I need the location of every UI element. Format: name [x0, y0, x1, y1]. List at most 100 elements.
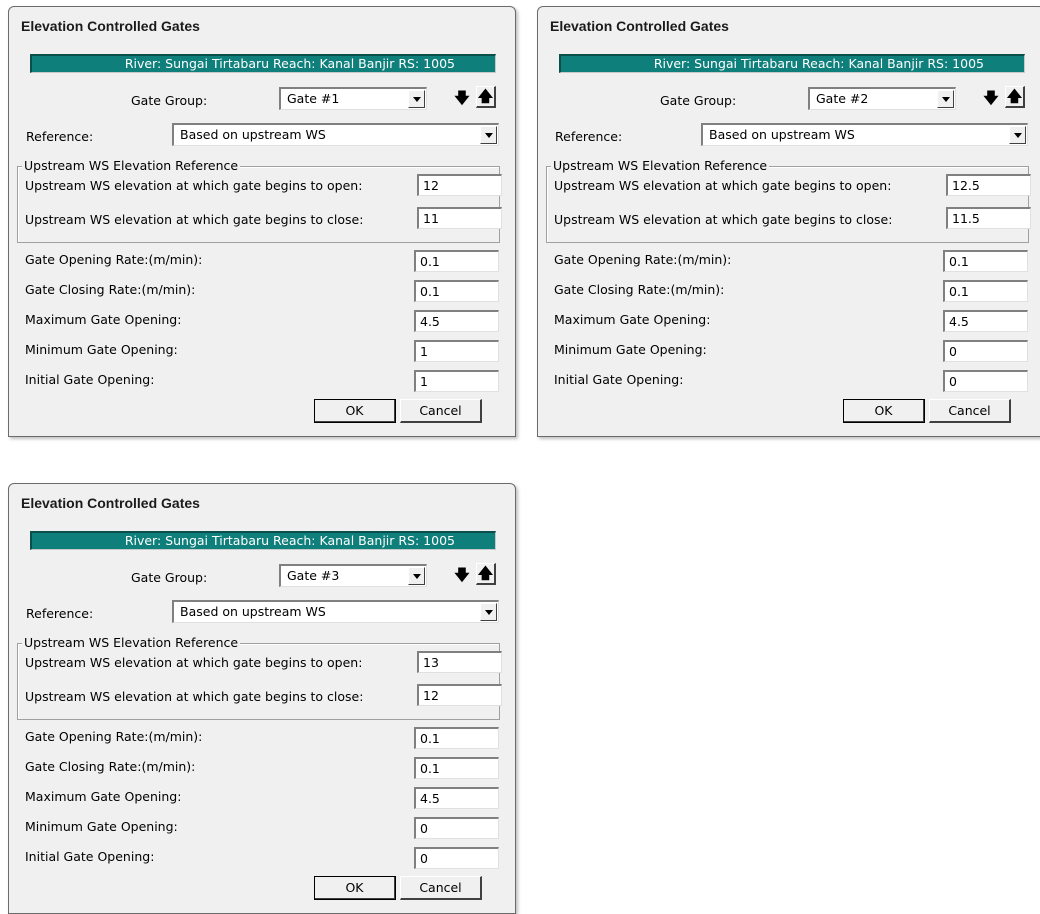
elevation-gates-dialog-3: Elevation Controlled Gates River: Sungai…	[8, 483, 516, 914]
reference-select[interactable]: Based on upstream WS	[172, 600, 499, 623]
initial-opening-input[interactable]: 1	[414, 370, 499, 392]
arrow-up-icon[interactable]: 🡅	[476, 563, 496, 585]
gate-group-select[interactable]: Gate #3	[279, 564, 427, 587]
closing-rate-label: Gate Closing Rate:(m/min):	[25, 282, 196, 297]
open-elevation-value: 12.5	[952, 178, 980, 193]
opening-rate-value: 0.1	[420, 731, 440, 746]
chevron-down-icon[interactable]	[480, 126, 497, 144]
opening-rate-input[interactable]: 0.1	[943, 250, 1028, 272]
gate-group-label: Gate Group:	[131, 93, 208, 108]
max-opening-label: Maximum Gate Opening:	[25, 789, 182, 804]
gate-group-select[interactable]: Gate #2	[808, 87, 956, 110]
closing-rate-input[interactable]: 0.1	[414, 280, 499, 302]
arrow-up-icon[interactable]: 🡅	[476, 86, 496, 108]
max-opening-input[interactable]: 4.5	[414, 310, 499, 332]
open-elevation-label: Upstream WS elevation at which gate begi…	[554, 178, 892, 193]
closing-rate-label: Gate Closing Rate:(m/min):	[25, 759, 196, 774]
close-elevation-input[interactable]: 12	[417, 684, 502, 706]
open-elevation-input[interactable]: 13	[417, 651, 502, 673]
open-elevation-input[interactable]: 12.5	[946, 174, 1031, 196]
cancel-button[interactable]: Cancel	[400, 876, 482, 900]
cancel-button[interactable]: Cancel	[400, 399, 482, 423]
gate-group-value: Gate #3	[287, 568, 340, 583]
chevron-down-icon[interactable]	[408, 90, 425, 108]
initial-opening-label: Initial Gate Opening:	[554, 372, 684, 387]
closing-rate-input[interactable]: 0.1	[943, 280, 1028, 302]
chevron-down-icon[interactable]	[1009, 126, 1026, 144]
groupbox-title: Upstream WS Elevation Reference	[22, 635, 241, 650]
max-opening-value: 4.5	[949, 314, 969, 329]
location-banner: River: Sungai Tirtabaru Reach: Kanal Ban…	[559, 54, 1025, 73]
initial-opening-value: 0	[420, 851, 428, 866]
close-elevation-label: Upstream WS elevation at which gate begi…	[25, 212, 364, 227]
elevation-gates-dialog-1: Elevation Controlled Gates River: Sungai…	[8, 6, 516, 437]
min-opening-input[interactable]: 1	[414, 340, 499, 362]
close-elevation-value: 11	[423, 211, 439, 226]
upstream-ws-groupbox: Upstream WS Elevation Reference Upstream…	[17, 158, 502, 243]
groupbox-title: Upstream WS Elevation Reference	[22, 158, 241, 173]
reference-label: Reference:	[555, 129, 623, 144]
location-banner: River: Sungai Tirtabaru Reach: Kanal Ban…	[30, 531, 496, 550]
arrow-down-icon[interactable]: 🡇	[981, 87, 1001, 109]
reference-label: Reference:	[26, 129, 94, 144]
opening-rate-label: Gate Opening Rate:(m/min):	[554, 252, 732, 267]
initial-opening-input[interactable]: 0	[414, 847, 499, 869]
gate-group-select[interactable]: Gate #1	[279, 87, 427, 110]
upstream-ws-groupbox: Upstream WS Elevation Reference Upstream…	[546, 158, 1031, 243]
ok-button[interactable]: OK	[843, 399, 925, 423]
opening-rate-label: Gate Opening Rate:(m/min):	[25, 729, 203, 744]
initial-opening-value: 1	[420, 374, 428, 389]
chevron-down-icon[interactable]	[937, 90, 954, 108]
cancel-button[interactable]: Cancel	[929, 399, 1011, 423]
closing-rate-value: 0.1	[420, 284, 440, 299]
initial-opening-value: 0	[949, 374, 957, 389]
max-opening-input[interactable]: 4.5	[943, 310, 1028, 332]
dialog-title: Elevation Controlled Gates	[550, 18, 729, 34]
upstream-ws-groupbox: Upstream WS Elevation Reference Upstream…	[17, 635, 502, 720]
min-opening-input[interactable]: 0	[943, 340, 1028, 362]
min-opening-label: Minimum Gate Opening:	[554, 342, 707, 357]
close-elevation-label: Upstream WS elevation at which gate begi…	[554, 212, 893, 227]
dialog-title: Elevation Controlled Gates	[21, 18, 200, 34]
opening-rate-label: Gate Opening Rate:(m/min):	[25, 252, 203, 267]
arrow-down-icon[interactable]: 🡇	[452, 87, 472, 109]
elevation-gates-dialog-2: Elevation Controlled Gates River: Sungai…	[537, 6, 1040, 437]
min-opening-value: 1	[420, 344, 428, 359]
opening-rate-input[interactable]: 0.1	[414, 727, 499, 749]
ok-button[interactable]: OK	[314, 399, 396, 423]
closing-rate-value: 0.1	[420, 761, 440, 776]
open-elevation-input[interactable]: 12	[417, 174, 502, 196]
location-banner: River: Sungai Tirtabaru Reach: Kanal Ban…	[30, 54, 496, 73]
gate-group-value: Gate #1	[287, 91, 340, 106]
gate-group-label: Gate Group:	[660, 93, 737, 108]
close-elevation-input[interactable]: 11.5	[946, 207, 1031, 229]
close-elevation-value: 11.5	[952, 211, 980, 226]
reference-select[interactable]: Based on upstream WS	[701, 123, 1028, 146]
reference-select[interactable]: Based on upstream WS	[172, 123, 499, 146]
min-opening-value: 0	[949, 344, 957, 359]
ok-button[interactable]: OK	[314, 876, 396, 900]
chevron-down-icon[interactable]	[480, 603, 497, 621]
max-opening-input[interactable]: 4.5	[414, 787, 499, 809]
closing-rate-input[interactable]: 0.1	[414, 757, 499, 779]
initial-opening-input[interactable]: 0	[943, 370, 1028, 392]
opening-rate-value: 0.1	[420, 254, 440, 269]
max-opening-value: 4.5	[420, 314, 440, 329]
initial-opening-label: Initial Gate Opening:	[25, 849, 155, 864]
chevron-down-icon[interactable]	[408, 567, 425, 585]
opening-rate-input[interactable]: 0.1	[414, 250, 499, 272]
open-elevation-value: 12	[423, 178, 439, 193]
close-elevation-value: 12	[423, 688, 439, 703]
closing-rate-label: Gate Closing Rate:(m/min):	[554, 282, 725, 297]
open-elevation-value: 13	[423, 655, 439, 670]
arrow-down-icon[interactable]: 🡇	[452, 564, 472, 586]
min-opening-value: 0	[420, 821, 428, 836]
reference-value: Based on upstream WS	[180, 604, 326, 619]
closing-rate-value: 0.1	[949, 284, 969, 299]
gate-group-label: Gate Group:	[131, 570, 208, 585]
reference-label: Reference:	[26, 606, 94, 621]
min-opening-input[interactable]: 0	[414, 817, 499, 839]
arrow-up-icon[interactable]: 🡅	[1005, 86, 1025, 108]
close-elevation-label: Upstream WS elevation at which gate begi…	[25, 689, 364, 704]
close-elevation-input[interactable]: 11	[417, 207, 502, 229]
